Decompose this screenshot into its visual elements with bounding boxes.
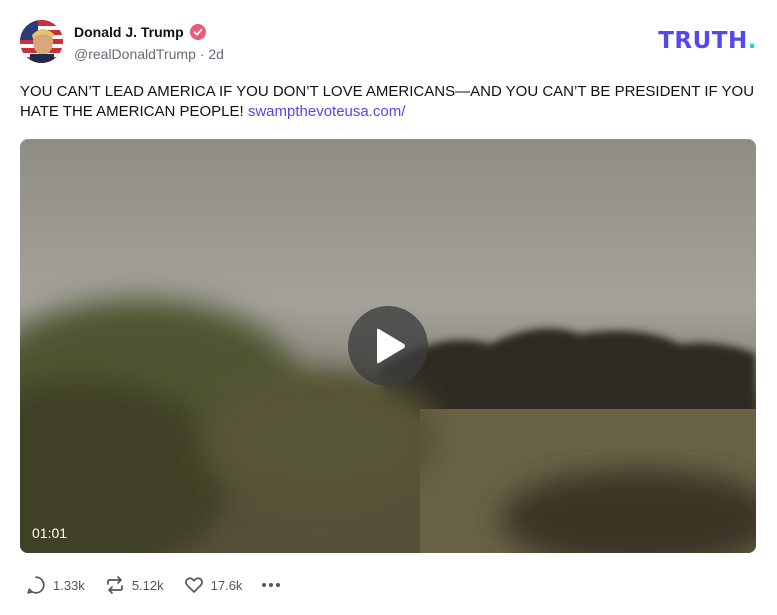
author-display-name[interactable]: Donald J. Trump	[74, 24, 184, 40]
brand-name: TRUTH	[658, 28, 748, 54]
more-dot	[262, 583, 267, 587]
like-button[interactable]: 17.6k	[184, 575, 243, 595]
truth-logo[interactable]: TRUTH.	[658, 28, 757, 54]
heart-icon	[184, 577, 203, 593]
reply-count: 1.33k	[53, 577, 85, 593]
play-icon	[377, 328, 405, 364]
play-button[interactable]	[348, 306, 428, 386]
post-link[interactable]: swampthevoteusa.com/	[248, 103, 406, 120]
verified-badge-icon	[189, 24, 206, 40]
brand-dot: .	[747, 28, 757, 54]
retruth-count: 5.12k	[131, 577, 164, 593]
more-dot	[276, 583, 281, 587]
retruth-icon	[106, 576, 123, 594]
avatar[interactable]	[20, 20, 63, 63]
more-dot	[269, 583, 274, 587]
like-count: 17.6k	[210, 577, 243, 593]
post-header: Donald J. Trump @realDonaldTrump · 2d TR…	[20, 20, 757, 66]
post-actions: 1.33k 5.12k 17.6k	[26, 575, 281, 595]
more-options-icon[interactable]	[262, 579, 281, 591]
reply-button[interactable]: 1.33k	[26, 575, 85, 595]
author-handle[interactable]: @realDonaldTrump	[74, 46, 196, 62]
retruth-button[interactable]: 5.12k	[105, 575, 164, 595]
reply-icon	[27, 576, 45, 594]
post-body: YOU CAN’T LEAD AMERICA IF YOU DON’T LOVE…	[20, 82, 760, 122]
author-handle-row: @realDonaldTrump · 2d	[74, 46, 224, 62]
video-player[interactable]: 01:01	[20, 139, 756, 553]
video-duration: 01:01	[32, 525, 68, 541]
post-timestamp[interactable]: 2d	[208, 46, 224, 62]
